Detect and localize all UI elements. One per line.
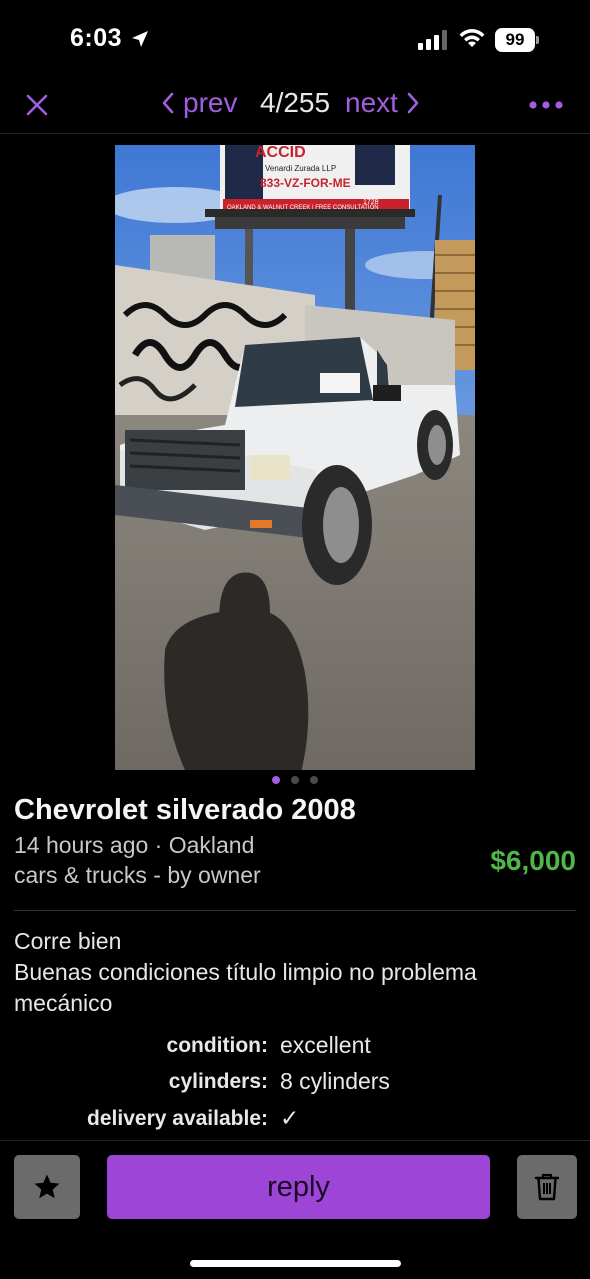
attribute-value: excellent: [280, 1032, 371, 1058]
billboard-text-5: 1728: [363, 199, 379, 206]
cellular-signal-icon: [418, 30, 447, 50]
reply-button[interactable]: reply: [107, 1155, 490, 1219]
trash-icon: [534, 1173, 560, 1201]
listing-posted-info: 14 hours ago · Oakland: [14, 832, 255, 858]
battery-level: 99: [495, 28, 535, 52]
attribute-label: cylinders:: [168, 1070, 268, 1093]
prev-button[interactable]: prev: [161, 86, 237, 120]
attribute-row: condition: excellent: [0, 1032, 590, 1064]
status-bar: 6:03 99: [0, 0, 590, 78]
wifi-icon: [459, 29, 485, 47]
next-button[interactable]: next: [345, 86, 420, 120]
pagination-dot[interactable]: [310, 776, 318, 784]
prev-label: prev: [183, 87, 238, 118]
battery-icon: 99: [495, 28, 539, 52]
status-time: 6:03: [70, 24, 123, 52]
location-arrow-icon: [132, 31, 148, 47]
divider: [14, 910, 576, 911]
favorite-button[interactable]: [14, 1155, 80, 1219]
billboard-text-2: Venardi Zurada LLP: [265, 164, 336, 173]
home-indicator[interactable]: [190, 1260, 401, 1267]
listing-price: $6,000: [490, 845, 576, 876]
next-label: next: [345, 87, 398, 118]
billboard-text-3: 833-VZ-FOR-ME: [260, 176, 351, 190]
attribute-row: cylinders: 8 cylinders: [0, 1068, 590, 1100]
chevron-left-icon: [162, 92, 174, 114]
description-line: Corre bien: [14, 928, 122, 954]
listing-photo[interactable]: ACCID Venardi Zurada LLP 833-VZ-FOR-ME O…: [115, 145, 475, 770]
description-line: Buenas condiciones título limpio no prob…: [14, 959, 477, 1016]
listing-title: Chevrolet silverado 2008: [14, 794, 356, 826]
listing-category: cars & trucks - by owner: [14, 862, 261, 888]
hide-listing-button[interactable]: [517, 1155, 577, 1219]
attribute-label: condition:: [166, 1034, 268, 1057]
attribute-row: delivery available: ✓: [0, 1105, 590, 1137]
chevron-right-icon: [407, 92, 419, 114]
billboard-text-1: ACCID: [255, 145, 306, 161]
more-options-icon[interactable]: [528, 98, 564, 112]
listing-description: Corre bien Buenas condiciones título lim…: [14, 926, 574, 1019]
pagination-dot[interactable]: [291, 776, 299, 784]
attribute-value: 8 cylinders: [280, 1068, 390, 1094]
listing-nav-bar: prev 4/255 next: [0, 78, 590, 134]
attribute-value: ✓: [280, 1105, 300, 1131]
photo-pagination-dots: [0, 776, 590, 786]
action-bar: reply: [0, 1140, 590, 1279]
page-counter: 4/255: [260, 87, 331, 118]
close-icon[interactable]: [22, 90, 52, 120]
pagination-dot-active[interactable]: [272, 776, 280, 784]
star-icon: [34, 1174, 60, 1199]
attribute-label: delivery available:: [87, 1107, 268, 1130]
